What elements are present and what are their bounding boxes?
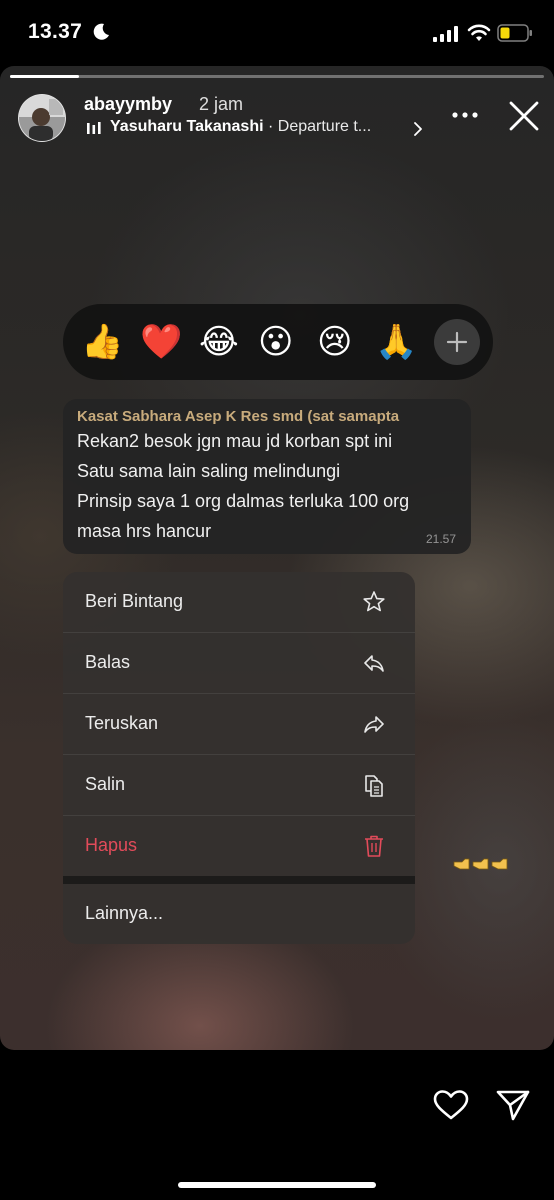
status-bar: 13.37	[0, 0, 554, 64]
story-progress-bar	[10, 75, 544, 78]
story-progress-fill	[10, 75, 80, 78]
copy-icon	[365, 775, 383, 797]
message-line: Rekan2 besok jgn mau jd korban spt ini	[77, 431, 393, 451]
avatar-image	[19, 95, 65, 141]
menu-label-reply: Balas	[85, 652, 131, 672]
signal-icon	[433, 26, 458, 42]
menu-item-forward[interactable]: Teruskan	[63, 694, 415, 754]
more-options-icon[interactable]	[452, 111, 478, 119]
reaction-pray[interactable]: 🙏	[375, 322, 417, 362]
story-music-info[interactable]: Yasuharu Takanashi · Departure t...	[110, 118, 371, 136]
like-heart-icon[interactable]	[433, 1089, 469, 1121]
menu-label-more: Lainnya...	[85, 903, 164, 923]
star-icon	[363, 591, 385, 612]
plus-icon	[446, 331, 468, 353]
menu-item-copy[interactable]: Salin	[63, 755, 415, 815]
music-separator: ·	[263, 118, 278, 135]
menu-item-delete[interactable]: Hapus	[63, 816, 415, 876]
menu-item-more[interactable]: Lainnya...	[63, 884, 415, 944]
avatar[interactable]	[18, 94, 66, 142]
message-line: Satu sama lain saling melindungi	[77, 461, 341, 481]
reaction-thumbs-up[interactable]: 👍	[81, 322, 123, 362]
moon-icon	[93, 23, 109, 40]
battery-icon	[497, 24, 532, 42]
reaction-sad[interactable]: 😢	[317, 322, 352, 362]
message-line: Prinsip saya 1 org dalmas terluka 100 or…	[77, 491, 410, 511]
message-bubble[interactable]: Kasat Sabhara Asep K Res smd (sat samapt…	[63, 399, 471, 554]
menu-item-reply[interactable]: Balas	[63, 633, 415, 693]
message-line: masa hrs hancur	[77, 521, 212, 541]
music-song: Departure t...	[277, 118, 372, 135]
status-time: 13.37	[28, 20, 83, 43]
reaction-bar: 👍 ❤️ 😂 😮 😢 🙏	[63, 304, 493, 380]
menu-label-star: Beri Bintang	[85, 591, 184, 611]
add-reaction-button[interactable]	[434, 319, 480, 365]
message-sender: Kasat Sabhara Asep K Res smd (sat samapt…	[77, 408, 400, 425]
reaction-surprised[interactable]: 😮	[258, 322, 293, 362]
chevron-right-icon[interactable]	[413, 122, 423, 136]
music-bars-icon	[87, 122, 101, 134]
reaction-laugh[interactable]: 😂	[199, 322, 239, 362]
pointing-hands-sticker	[453, 858, 508, 870]
reaction-heart[interactable]: ❤️	[140, 322, 182, 362]
menu-label-delete: Hapus	[85, 835, 138, 855]
reply-icon	[364, 655, 384, 672]
home-indicator[interactable]	[178, 1182, 376, 1188]
story-username[interactable]: abayymby	[84, 94, 172, 115]
close-icon[interactable]	[508, 100, 540, 132]
menu-item-star[interactable]: Beri Bintang	[63, 572, 415, 632]
story-viewer[interactable]: abayymby 2 jam Yasuharu Takanashi · Depa…	[0, 66, 554, 1050]
send-icon[interactable]	[496, 1089, 530, 1121]
wifi-icon	[467, 24, 491, 41]
message-time: 21.57	[425, 532, 456, 546]
trash-icon	[365, 835, 383, 857]
forward-icon	[364, 716, 384, 733]
story-post-time: 2 jam	[199, 94, 244, 114]
message-context-menu: Beri Bintang Balas Teruskan Salin Hapus …	[63, 572, 415, 944]
menu-label-copy: Salin	[85, 774, 126, 794]
menu-label-forward: Teruskan	[85, 713, 159, 733]
music-artist: Yasuharu Takanashi	[110, 118, 264, 135]
menu-group-divider	[63, 876, 415, 884]
